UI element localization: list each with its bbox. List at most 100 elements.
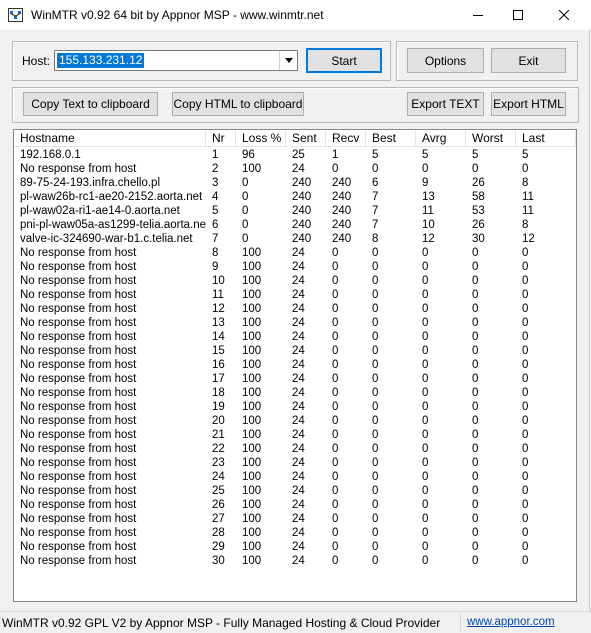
cell-hostname: No response from host xyxy=(20,345,137,357)
table-row[interactable]: No response from host 17 100 24 0 0 0 0 0 xyxy=(14,372,576,386)
table-row[interactable]: No response from host 12 100 24 0 0 0 0 0 xyxy=(14,302,576,316)
cell-recv: 0 xyxy=(332,499,339,511)
column-header-last[interactable]: Last xyxy=(516,130,576,146)
table-row[interactable]: No response from host 19 100 24 0 0 0 0 0 xyxy=(14,400,576,414)
host-input[interactable]: 155.133.231.12 xyxy=(57,53,145,68)
column-header-hostname[interactable]: Hostname xyxy=(14,130,206,146)
cell-worst: 0 xyxy=(472,345,479,357)
table-row[interactable]: No response from host 24 100 24 0 0 0 0 0 xyxy=(14,470,576,484)
column-header-nr[interactable]: Nr xyxy=(206,130,236,146)
cell-sent: 24 xyxy=(292,247,305,259)
table-row[interactable]: No response from host 9 100 24 0 0 0 0 0 xyxy=(14,260,576,274)
table-row[interactable]: No response from host 14 100 24 0 0 0 0 0 xyxy=(14,330,576,344)
cell-last: 0 xyxy=(522,163,529,175)
cell-recv: 240 xyxy=(332,177,352,189)
table-row[interactable]: No response from host 20 100 24 0 0 0 0 0 xyxy=(14,414,576,428)
table-row[interactable]: No response from host 28 100 24 0 0 0 0 0 xyxy=(14,526,576,540)
table-row[interactable]: No response from host 2 100 24 0 0 0 0 0 xyxy=(14,162,576,176)
cell-last: 0 xyxy=(522,471,529,483)
cell-avrg: 0 xyxy=(422,499,429,511)
table-row[interactable]: No response from host 16 100 24 0 0 0 0 0 xyxy=(14,358,576,372)
table-row[interactable]: pni-pl-waw05a-as1299-telia.aorta.net 6 0 24… xyxy=(14,218,576,232)
cell-last: 0 xyxy=(522,387,529,399)
table-row[interactable]: 89-75-24-193.infra.chello.pl 3 0 240 240 6 9 26… xyxy=(14,176,576,190)
cell-nr: 1 xyxy=(212,149,219,161)
table-row[interactable]: No response from host 10 100 24 0 0 0 0 0 xyxy=(14,274,576,288)
cell-last: 11 xyxy=(522,191,534,203)
column-header-recv[interactable]: Recv xyxy=(326,130,366,146)
cell-sent: 240 xyxy=(292,205,312,217)
cell-avrg: 0 xyxy=(422,317,429,329)
cell-best: 0 xyxy=(372,513,379,525)
column-header-loss[interactable]: Loss % xyxy=(236,130,286,146)
cell-worst: 0 xyxy=(472,415,479,427)
table-row[interactable]: No response from host 30 100 24 0 0 0 0 0 xyxy=(14,554,576,568)
close-button[interactable] xyxy=(541,0,587,30)
table-row[interactable]: No response from host 26 100 24 0 0 0 0 0 xyxy=(14,498,576,512)
cell-hostname: No response from host xyxy=(20,247,137,259)
cell-best: 0 xyxy=(372,485,379,497)
cell-avrg: 0 xyxy=(422,485,429,497)
cell-best: 0 xyxy=(372,247,379,259)
network-icon xyxy=(8,8,23,22)
options-button[interactable]: Options xyxy=(407,48,484,73)
column-header-avrg[interactable]: Avrg xyxy=(416,130,466,146)
cell-worst: 0 xyxy=(472,485,479,497)
cell-best: 0 xyxy=(372,359,379,371)
exit-button[interactable]: Exit xyxy=(491,48,566,73)
cell-hostname: 89-75-24-193.infra.chello.pl xyxy=(20,177,161,189)
table-row[interactable]: No response from host 27 100 24 0 0 0 0 0 xyxy=(14,512,576,526)
cell-worst: 58 xyxy=(472,191,485,203)
appnor-link[interactable]: www.appnor.com xyxy=(467,616,555,628)
table-row[interactable]: No response from host 21 100 24 0 0 0 0 0 xyxy=(14,428,576,442)
cell-nr: 4 xyxy=(212,191,219,203)
cell-last: 0 xyxy=(522,247,529,259)
table-row[interactable]: No response from host 15 100 24 0 0 0 0 0 xyxy=(14,344,576,358)
cell-loss: 100 xyxy=(242,527,262,539)
cell-hostname: No response from host xyxy=(20,541,137,553)
cell-sent: 25 xyxy=(292,149,305,161)
cell-recv: 0 xyxy=(332,345,339,357)
table-row[interactable]: 192.168.0.1 1 96 25 1 5 5 5 5 xyxy=(14,148,576,162)
results-list[interactable]: Hostname Nr Loss % Sent Recv Best Avrg Worst Las… xyxy=(13,129,577,602)
cell-sent: 240 xyxy=(292,191,312,203)
cell-last: 0 xyxy=(522,317,529,329)
cell-recv: 0 xyxy=(332,527,339,539)
cell-recv: 0 xyxy=(332,359,339,371)
window-title: WinMTR v0.92 64 bit by Appnor MSP - www.… xyxy=(31,8,324,22)
copy-html-button[interactable]: Copy HTML to clipboard xyxy=(172,92,304,116)
column-header-worst[interactable]: Worst xyxy=(466,130,516,146)
cell-avrg: 0 xyxy=(422,429,429,441)
host-label: Host: xyxy=(22,54,51,68)
column-header-best[interactable]: Best xyxy=(366,130,416,146)
export-html-button[interactable]: Export HTML xyxy=(491,92,566,116)
table-row[interactable]: No response from host 11 100 24 0 0 0 0 0 xyxy=(14,288,576,302)
column-header-sent[interactable]: Sent xyxy=(286,130,326,146)
cell-recv: 0 xyxy=(332,443,339,455)
copy-text-button[interactable]: Copy Text to clipboard xyxy=(23,92,158,116)
cell-loss: 100 xyxy=(242,443,262,455)
cell-nr: 15 xyxy=(212,345,225,357)
table-row[interactable]: No response from host 13 100 24 0 0 0 0 0 xyxy=(14,316,576,330)
cell-hostname: No response from host xyxy=(20,513,137,525)
table-row[interactable]: No response from host 18 100 24 0 0 0 0 0 xyxy=(14,386,576,400)
table-row[interactable]: No response from host 8 100 24 0 0 0 0 0 xyxy=(14,246,576,260)
host-combobox[interactable]: 155.133.231.12 xyxy=(54,50,298,71)
table-row[interactable]: valve-ic-324690-war-b1.c.telia.net 7 0 240 2… xyxy=(14,232,576,246)
maximize-button[interactable] xyxy=(495,0,541,30)
export-text-button[interactable]: Export TEXT xyxy=(407,92,484,116)
cell-recv: 240 xyxy=(332,191,352,203)
table-row[interactable]: No response from host 22 100 24 0 0 0 0 0 xyxy=(14,442,576,456)
cell-best: 0 xyxy=(372,499,379,511)
table-row[interactable]: pl-waw02a-ri1-ae14-0.aorta.net 5 0 240 240 7 1… xyxy=(14,204,576,218)
table-row[interactable]: pl-waw26b-rc1-ae20-2152.aorta.net 4 0 240 24… xyxy=(14,190,576,204)
cell-worst: 5 xyxy=(472,149,479,161)
table-row[interactable]: No response from host 25 100 24 0 0 0 0 0 xyxy=(14,484,576,498)
start-button[interactable]: Start xyxy=(306,48,382,73)
table-row[interactable]: No response from host 23 100 24 0 0 0 0 0 xyxy=(14,456,576,470)
cell-avrg: 12 xyxy=(422,233,435,245)
table-row[interactable]: No response from host 29 100 24 0 0 0 0 0 xyxy=(14,540,576,554)
host-dropdown-button[interactable] xyxy=(279,51,297,70)
cell-avrg: 0 xyxy=(422,331,429,343)
chevron-down-icon xyxy=(284,58,293,63)
